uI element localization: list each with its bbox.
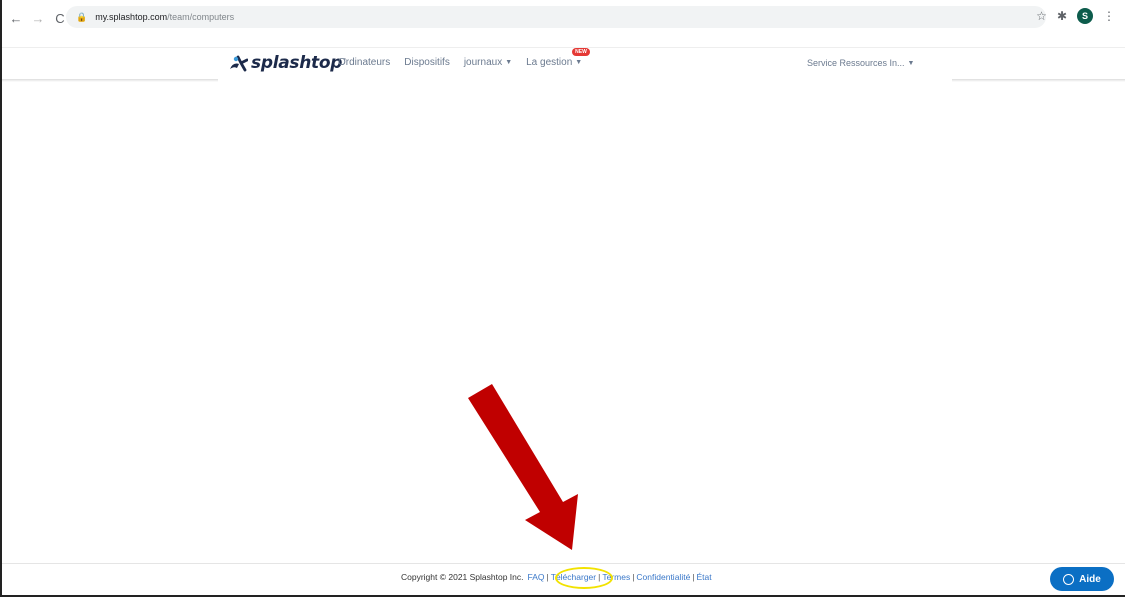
- nav-label: La gestion: [526, 57, 573, 68]
- annotation-highlight-ring: [555, 567, 613, 589]
- status-link[interactable]: État: [697, 572, 712, 582]
- nav-label: Ordinateurs: [338, 57, 391, 68]
- chevron-down-icon: ▼: [575, 59, 583, 66]
- nav-la-gestion[interactable]: La gestion ▼ NEW: [526, 48, 590, 68]
- team-name: Service Ressources In...: [807, 58, 905, 68]
- faq-link[interactable]: FAQ: [528, 572, 545, 582]
- url-path: /team/computers: [167, 12, 235, 22]
- star-icon[interactable]: ☆: [1036, 9, 1047, 23]
- url-host: my.splashtop.com: [95, 12, 168, 22]
- profile-avatar[interactable]: S: [1077, 8, 1093, 24]
- page-footer: Copyright © 2021 Splashtop Inc. FAQ | Tél…: [2, 563, 1125, 595]
- forward-icon[interactable]: →: [30, 10, 46, 26]
- help-label: Aide: [1079, 573, 1101, 585]
- url-text: my.splashtop.com/team/computers: [95, 12, 234, 22]
- extensions-icon[interactable]: ✱: [1057, 9, 1067, 23]
- copyright-text: Copyright © 2021 Splashtop Inc.: [401, 572, 524, 582]
- nav-ordinateurs[interactable]: Ordinateurs: [338, 57, 390, 68]
- brand-name: splashtop: [251, 53, 343, 73]
- chevron-down-icon: ▼: [505, 59, 513, 66]
- help-button[interactable]: Aide: [1050, 567, 1114, 591]
- menu-icon[interactable]: ⋮: [1103, 9, 1115, 23]
- splashtop-logo-icon: [230, 55, 248, 72]
- browser-toolbar: ← → C 🔒 my.splashtop.com/team/computers …: [2, 6, 1123, 30]
- app-header: splashtop ° Ordinateurs Dispositifs journ…: [2, 47, 1125, 84]
- lock-icon[interactable]: 🔒: [76, 12, 87, 23]
- annotation-arrow-icon: [468, 384, 578, 550]
- chevron-down-icon: ▼: [907, 59, 915, 67]
- privacy-link[interactable]: Confidentialité: [636, 572, 690, 582]
- chat-bubble-icon: [1063, 573, 1075, 585]
- nav-dispositifs[interactable]: Dispositifs: [404, 57, 450, 68]
- nav-journaux[interactable]: journaux ▼: [464, 57, 512, 68]
- new-badge: NEW: [572, 48, 590, 56]
- nav-label: journaux: [463, 57, 503, 68]
- splashtop-logo[interactable]: splashtop °: [228, 53, 346, 73]
- team-selector[interactable]: Service Ressources In... ▼: [807, 58, 914, 68]
- nav-label: Dispositifs: [404, 57, 450, 68]
- main-nav: Ordinateurs Dispositifs journaux ▼ La ges…: [338, 48, 590, 68]
- back-icon[interactable]: ←: [8, 10, 24, 26]
- address-bar[interactable]: 🔒 my.splashtop.com/team/computers: [66, 6, 1046, 28]
